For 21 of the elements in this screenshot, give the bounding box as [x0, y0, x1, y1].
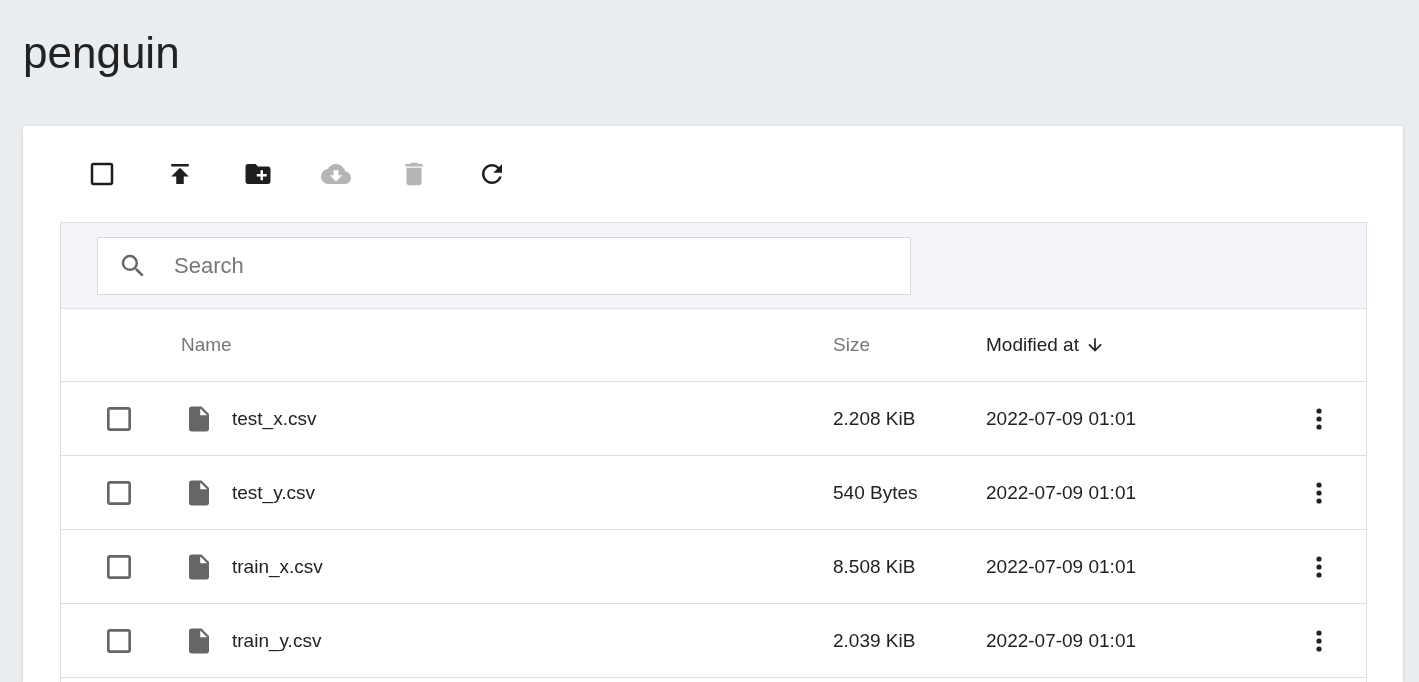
column-header[interactable]: Modified at: [986, 334, 1105, 356]
page-title: penguin: [23, 27, 181, 79]
file-size: 2.039 KiB: [833, 629, 917, 652]
modified-date: 2022-07-09 01:01: [986, 629, 1137, 652]
more-vertical-icon: [1316, 555, 1322, 578]
file-size: 540 Bytes: [833, 481, 919, 504]
more-vertical-icon: [1316, 407, 1322, 430]
search-field[interactable]: Search: [97, 236, 911, 295]
modified-date: 2022-07-09 01:01: [986, 481, 1137, 504]
column-header[interactable]: Size: [833, 334, 870, 356]
more-vertical-icon: [1316, 629, 1322, 652]
modified-date: 2022-07-09 01:01: [986, 407, 1137, 430]
modified-date: 2022-07-09 01:01: [986, 555, 1137, 578]
file-name[interactable]: train_y.csv: [232, 629, 322, 652]
file-name[interactable]: test_y.csv: [232, 481, 316, 504]
file-name[interactable]: test_x.csv: [232, 407, 317, 430]
file-size: 8.508 KiB: [833, 555, 917, 578]
file-size: 2.208 KiB: [833, 407, 917, 430]
more-vertical-icon: [1316, 481, 1322, 504]
column-header[interactable]: Name: [181, 334, 232, 356]
file-name[interactable]: train_x.csv: [232, 555, 323, 578]
